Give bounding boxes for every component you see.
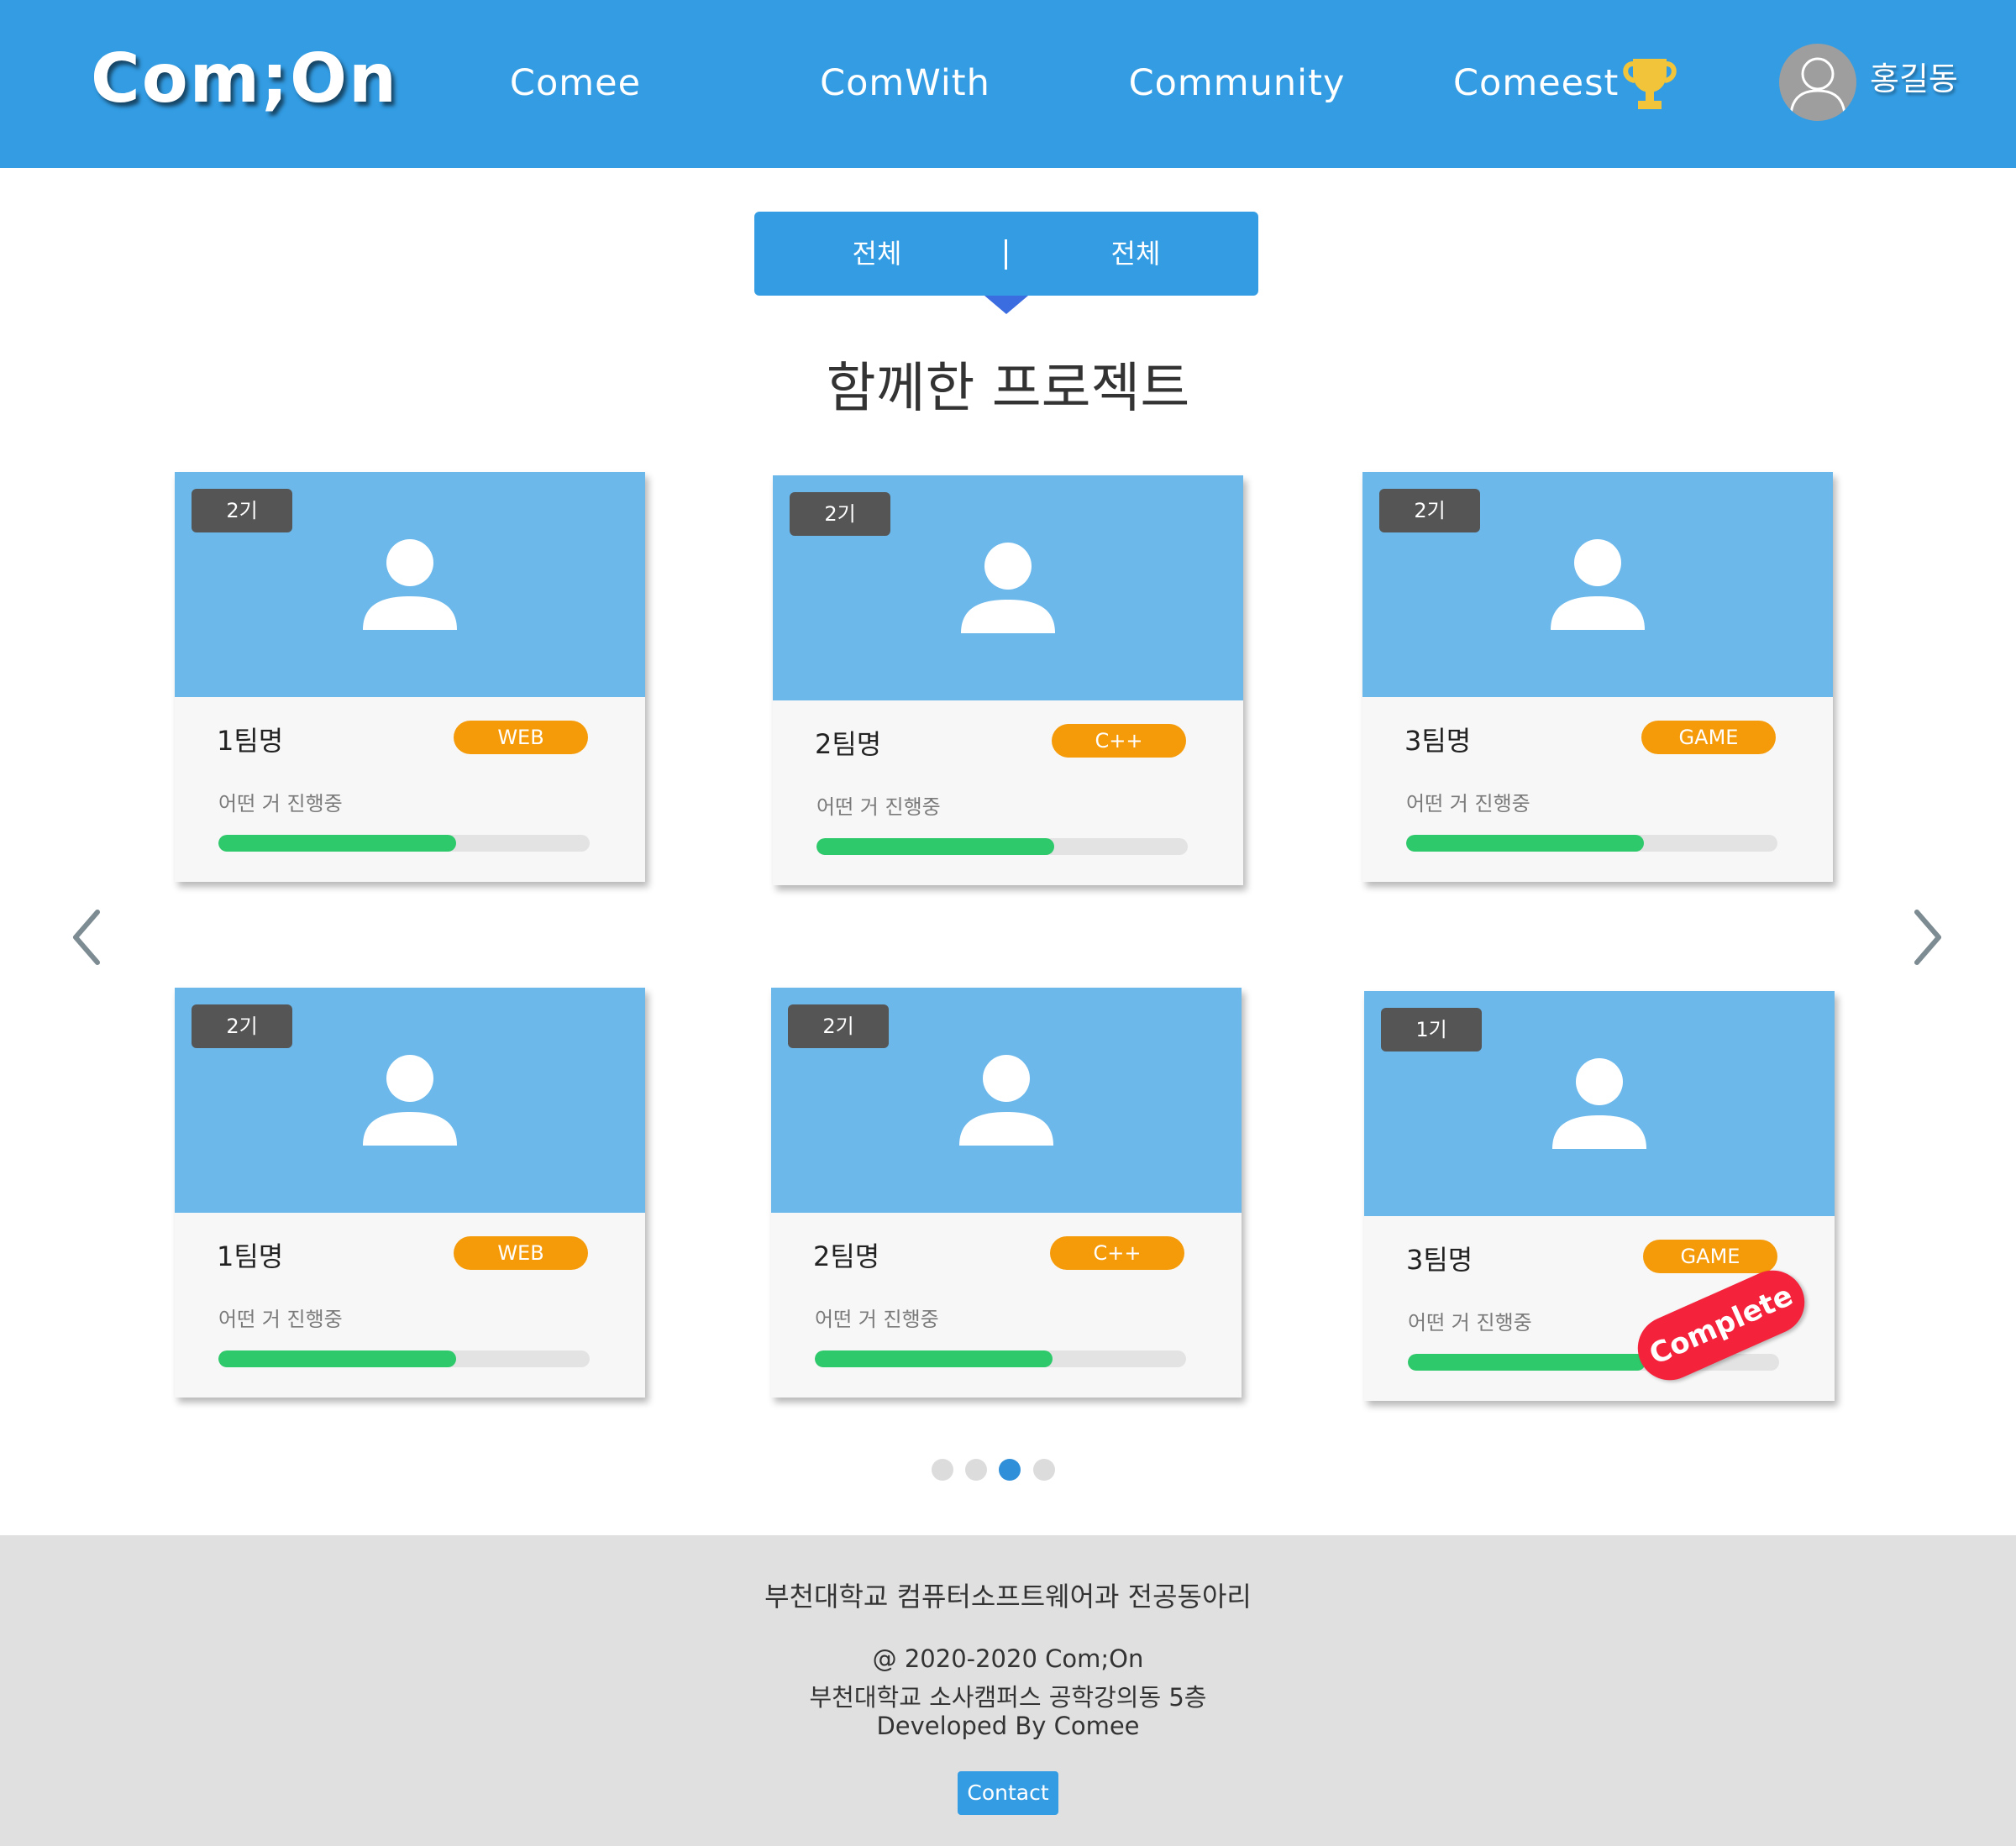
progress-fill <box>816 838 1054 855</box>
project-filter: 전체 전체 <box>754 212 1258 296</box>
contact-button[interactable]: Contact <box>958 1771 1058 1815</box>
progress-bar <box>1406 835 1777 852</box>
project-card[interactable]: 2기 2팀명 C++ 어떤 거 진행중 <box>771 988 1242 1398</box>
generation-badge: 2기 <box>192 1004 292 1048</box>
category-tag: GAME <box>1641 721 1776 754</box>
user-name[interactable]: 홍길동 <box>1870 54 1958 104</box>
project-card[interactable]: 1기 3팀명 GAME 어떤 거 진행중 Complete <box>1364 991 1835 1401</box>
category-tag: C++ <box>1052 724 1186 758</box>
chevron-right-icon[interactable] <box>1907 907 1947 968</box>
team-name: 1팀명 <box>217 725 284 757</box>
footer-copyright: @ 2020-2020 Com;On <box>872 1644 1144 1673</box>
filter-category[interactable]: 전체 <box>1052 212 1220 296</box>
team-name: 3팀명 <box>1404 725 1472 757</box>
status-text: 어떤 거 진행중 <box>218 792 343 815</box>
chevron-left-icon[interactable] <box>67 907 108 968</box>
top-navbar: Com;On Comee ComWith Community Comeest 홍… <box>0 0 2016 168</box>
status-text: 어떤 거 진행중 <box>1406 792 1530 815</box>
category-tag: GAME <box>1643 1240 1777 1273</box>
team-name: 1팀명 <box>217 1240 284 1272</box>
footer-club: 부천대학교 컴퓨터소프트웨어과 전공동아리 <box>764 1581 1252 1613</box>
progress-bar <box>218 1350 590 1367</box>
footer-developer: Developed By Comee <box>876 1712 1140 1740</box>
category-tag: C++ <box>1050 1236 1184 1270</box>
team-name: 3팀명 <box>1406 1244 1473 1276</box>
generation-badge: 2기 <box>1379 489 1480 532</box>
card-thumbnail: 2기 <box>1362 472 1833 697</box>
user-silhouette-icon <box>1789 57 1846 115</box>
trophy-icon <box>1623 59 1677 109</box>
category-tag: WEB <box>454 1236 588 1270</box>
page-dot-1[interactable] <box>932 1459 953 1481</box>
nav-comee[interactable]: Comee <box>479 54 672 113</box>
footer-address: 부천대학교 소사캠퍼스 공학강의동 5층 <box>809 1683 1207 1712</box>
progress-fill <box>815 1350 1053 1367</box>
person-icon <box>961 543 1055 633</box>
progress-fill <box>1406 835 1644 852</box>
project-card[interactable]: 2기 3팀명 GAME 어떤 거 진행중 <box>1362 472 1833 882</box>
status-text: 어떤 거 진행중 <box>816 795 941 819</box>
page-dot-4[interactable] <box>1033 1459 1055 1481</box>
status-text: 어떤 거 진행중 <box>1408 1311 1532 1335</box>
page-dot-3[interactable] <box>999 1459 1021 1481</box>
complete-stamp: Complete <box>1627 1260 1815 1391</box>
site-logo[interactable]: Com;On <box>91 37 398 121</box>
status-text: 어떤 거 진행중 <box>815 1308 939 1331</box>
nav-community[interactable]: Community <box>1126 54 1348 113</box>
category-tag: WEB <box>454 721 588 754</box>
card-thumbnail: 2기 <box>175 472 645 697</box>
generation-badge: 2기 <box>788 1004 889 1048</box>
nav-comwith[interactable]: ComWith <box>806 54 1004 113</box>
generation-badge: 1기 <box>1381 1008 1482 1051</box>
generation-badge: 2기 <box>192 489 292 532</box>
progress-bar <box>815 1350 1186 1367</box>
person-icon <box>1551 539 1645 630</box>
team-name: 2팀명 <box>815 728 882 760</box>
person-icon <box>959 1055 1053 1146</box>
card-thumbnail: 1기 <box>1364 991 1835 1216</box>
person-icon <box>363 1055 457 1146</box>
card-thumbnail: 2기 <box>175 988 645 1213</box>
progress-bar <box>816 838 1188 855</box>
card-thumbnail: 2기 <box>771 988 1242 1213</box>
card-thumbnail: 2기 <box>773 475 1243 700</box>
section-title: 함께한 프로젝트 <box>826 358 1190 420</box>
filter-generation[interactable]: 전체 <box>793 212 961 296</box>
team-name: 2팀명 <box>813 1240 880 1272</box>
generation-badge: 2기 <box>790 492 890 536</box>
progress-bar <box>218 835 590 852</box>
status-text: 어떤 거 진행중 <box>218 1308 343 1331</box>
person-icon <box>1552 1058 1646 1149</box>
filter-divider <box>1005 239 1007 270</box>
progress-fill <box>218 835 456 852</box>
caret-down-icon <box>984 296 1028 314</box>
progress-fill <box>218 1350 456 1367</box>
nav-comeest[interactable]: Comeest <box>1453 54 1618 113</box>
page-dot-2[interactable] <box>965 1459 987 1481</box>
person-icon <box>363 539 457 630</box>
project-card[interactable]: 2기 1팀명 WEB 어떤 거 진행중 <box>175 988 645 1398</box>
progress-fill <box>1408 1354 1646 1371</box>
project-card[interactable]: 2기 2팀명 C++ 어떤 거 진행중 <box>773 475 1243 885</box>
project-card[interactable]: 2기 1팀명 WEB 어떤 거 진행중 <box>175 472 645 882</box>
user-avatar[interactable] <box>1779 44 1856 121</box>
